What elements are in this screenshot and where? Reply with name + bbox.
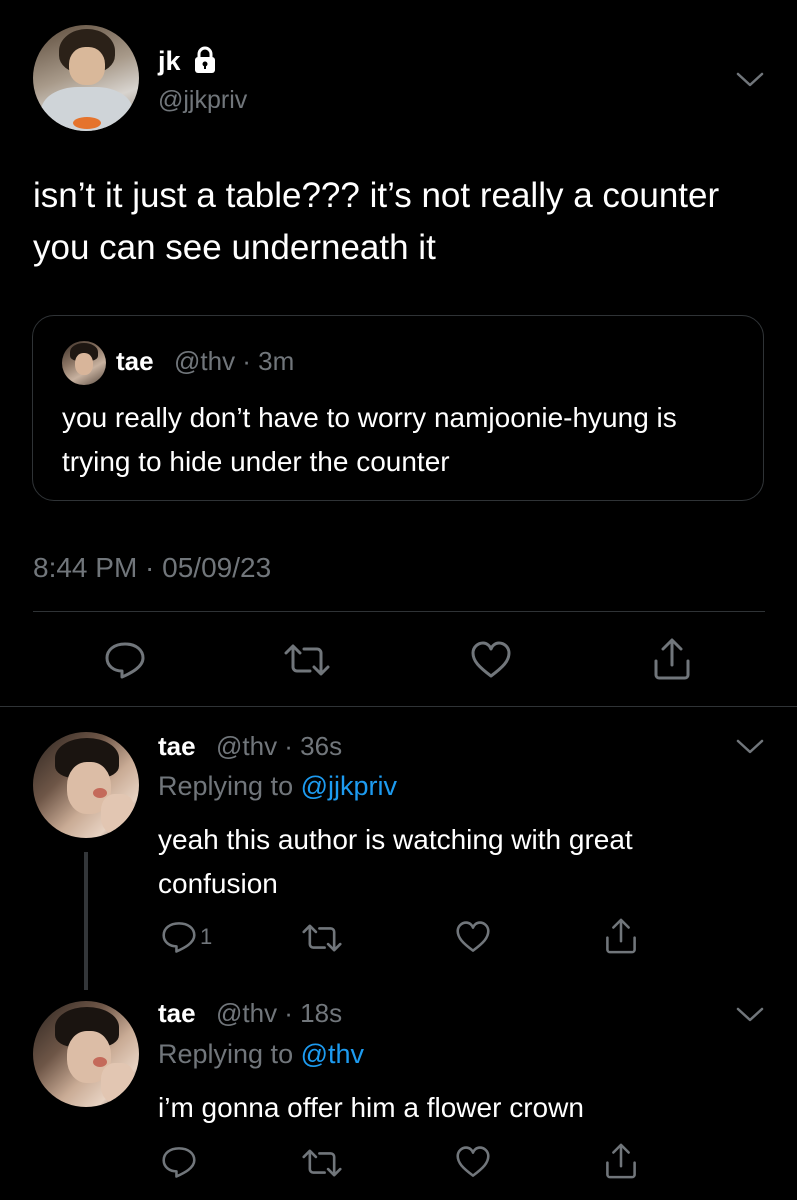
share-icon[interactable]	[604, 917, 638, 955]
replying-to-prefix: Replying to	[158, 771, 294, 801]
quoted-author-name: tae	[116, 346, 154, 376]
quoted-author-avatar	[62, 341, 106, 385]
divider	[33, 611, 765, 612]
retweet-icon[interactable]	[302, 923, 342, 953]
tweet-timestamp[interactable]: 8:44 PM · 05/09/23	[33, 552, 271, 584]
lock-icon	[193, 46, 217, 74]
reply-author-name[interactable]: tae	[158, 731, 196, 762]
author-handle[interactable]: @jjkpriv	[158, 86, 247, 115]
author-display-name[interactable]: jk	[158, 46, 181, 77]
share-icon[interactable]	[652, 637, 692, 681]
reply-author-avatar[interactable]	[33, 732, 139, 838]
replying-to-prefix: Replying to	[158, 1039, 294, 1069]
reply-icon[interactable]	[103, 640, 147, 680]
share-icon[interactable]	[604, 1142, 638, 1180]
chevron-down-icon[interactable]	[735, 737, 765, 757]
reply-icon[interactable]	[160, 1145, 198, 1179]
reply-handle-time: @thv · 18s	[216, 998, 343, 1028]
reply-author-avatar[interactable]	[33, 1001, 139, 1107]
quoted-author-handle-time: @thv · 3m	[174, 346, 295, 376]
thread-connector-line	[84, 852, 88, 990]
replying-to-line: Replying to @thv	[158, 1039, 364, 1070]
replying-to-link[interactable]: @jjkpriv	[301, 771, 397, 801]
chevron-down-icon[interactable]	[735, 1005, 765, 1025]
heart-icon[interactable]	[454, 1145, 492, 1179]
heart-icon[interactable]	[469, 640, 513, 680]
reply-author-name[interactable]: tae	[158, 998, 196, 1029]
chevron-down-icon[interactable]	[735, 70, 765, 90]
quoted-tweet-text: you really don’t have to worry namjoonie…	[62, 402, 677, 477]
author-avatar[interactable]	[33, 25, 139, 131]
heart-icon[interactable]	[454, 920, 492, 954]
tweet-text: isn’t it just a table??? it’s not really…	[33, 176, 720, 267]
reply-count: 1	[200, 924, 213, 949]
reply-handle-time: @thv · 36s	[216, 731, 343, 761]
retweet-icon[interactable]	[302, 1148, 342, 1178]
retweet-icon[interactable]	[284, 643, 330, 677]
reply-text: yeah this author is watching with great …	[158, 824, 633, 899]
divider	[0, 706, 797, 707]
replying-to-line: Replying to @jjkpriv	[158, 771, 397, 802]
reply-text: i’m gonna offer him a flower crown	[158, 1092, 584, 1123]
replying-to-link[interactable]: @thv	[301, 1039, 364, 1069]
reply-icon[interactable]	[160, 920, 198, 954]
